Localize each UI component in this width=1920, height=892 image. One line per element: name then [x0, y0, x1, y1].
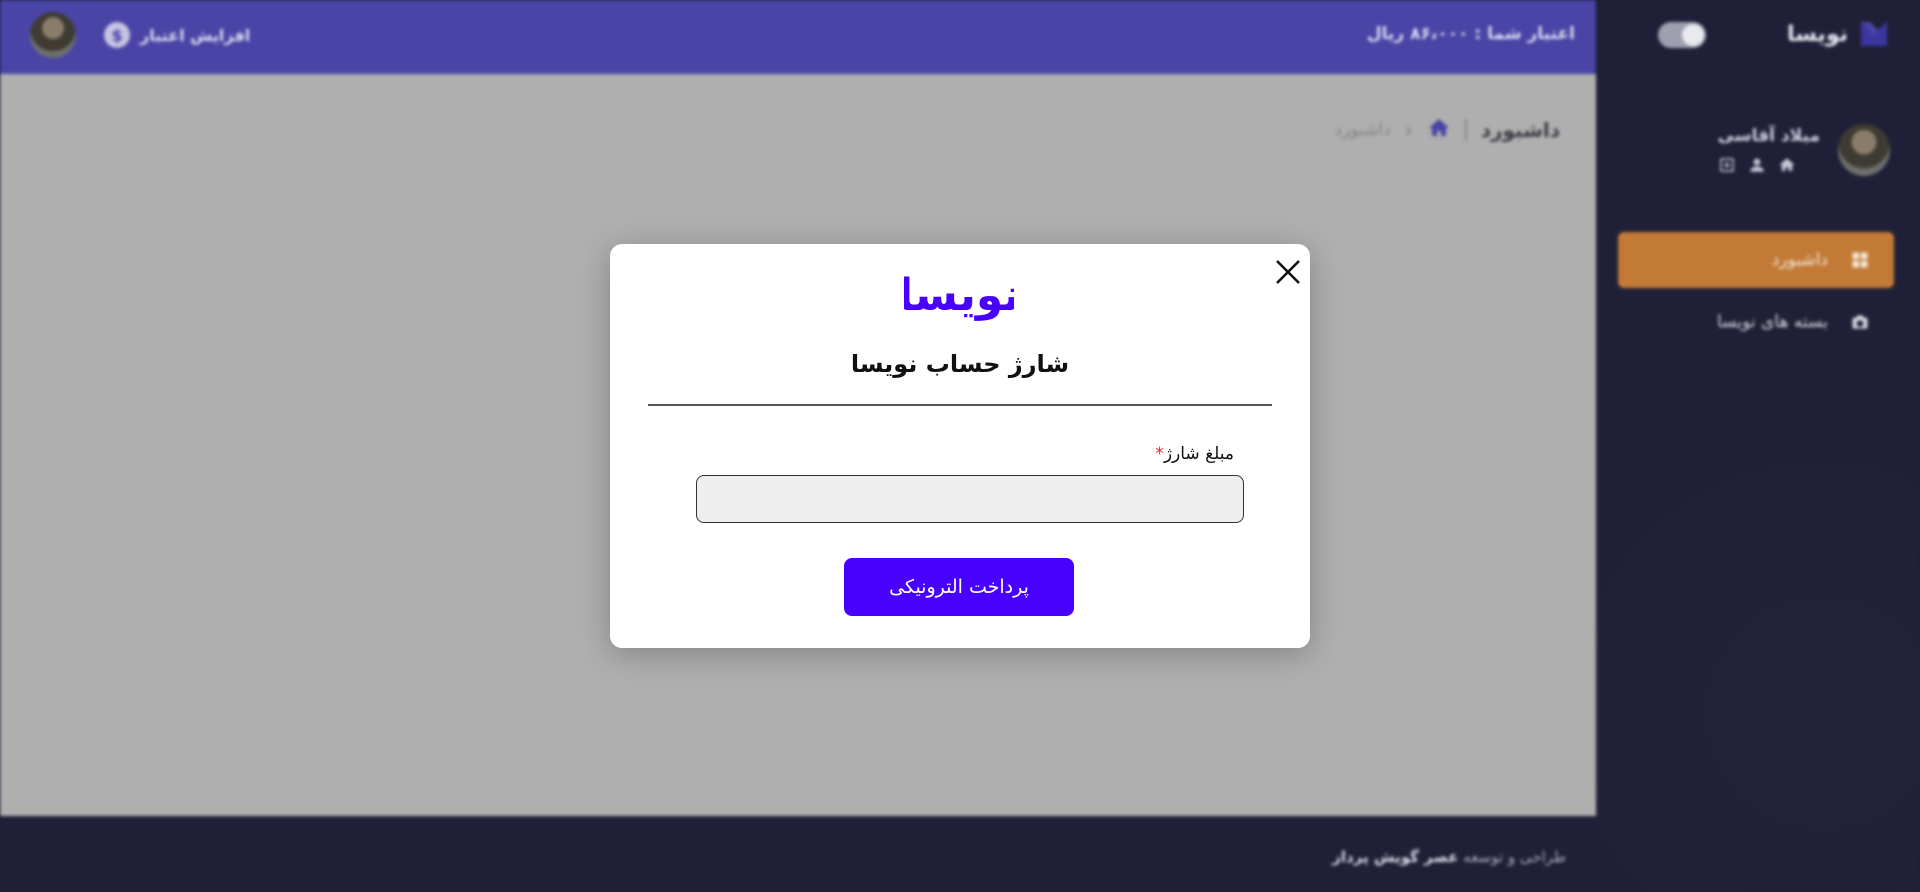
close-button[interactable]: [1270, 254, 1306, 290]
brand-logo-text: نویسا: [904, 272, 1014, 321]
modal-divider: [648, 404, 1272, 406]
brand-logo: نویسا: [904, 272, 1014, 321]
amount-label-text: مبلغ شارژ: [1163, 444, 1234, 464]
charge-account-modal: نویسا شارژ حساب نویسا مبلغ شارژ* پرداخت …: [610, 244, 1310, 648]
electronic-payment-button[interactable]: پرداخت الترونیکی: [844, 558, 1074, 616]
required-mark: *: [1155, 444, 1164, 464]
close-icon: [1276, 260, 1300, 284]
modal-title: شارژ حساب نویسا: [850, 350, 1070, 378]
amount-input[interactable]: [696, 475, 1244, 523]
amount-label: مبلغ شارژ*: [1149, 444, 1234, 464]
